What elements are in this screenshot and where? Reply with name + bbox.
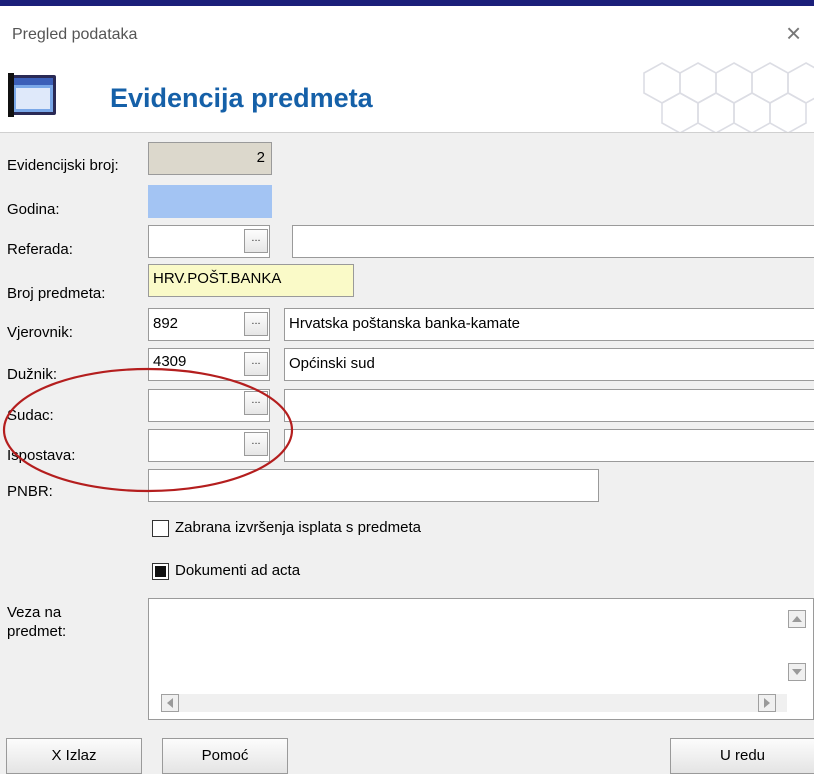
u-redu-button[interactable]: U redu [670,738,814,774]
arrow-left-icon [167,698,173,708]
arrow-up-icon [792,616,802,622]
scroll-up-button[interactable] [788,610,806,628]
label-sudac: Sudac: [7,407,54,424]
ispostava-lookup-button[interactable]: ... [244,432,268,456]
sudac-name-field[interactable] [284,389,814,422]
label-duznik: Dužnik: [7,366,58,383]
godina-field[interactable] [148,185,272,218]
pnbr-field[interactable] [148,469,599,502]
label-veza-na-predmet: Veza na predmet: [7,604,67,640]
referada-name-field[interactable] [292,225,814,258]
scroll-left-button[interactable] [161,694,179,712]
label-broj-predmeta: Broj predmeta: [7,285,106,302]
hexagon-pattern-decoration [643,62,814,132]
referada-lookup-button[interactable]: ... [244,229,268,253]
label-vjerovnik: Vjerovnik: [7,324,73,341]
label-referada: Referada: [7,241,73,258]
form-header: Evidencija predmeta [0,58,814,133]
zabrana-isplata-label: Zabrana izvršenja isplata s predmeta [175,519,421,536]
duznik-name-field[interactable]: Općinski sud [284,348,814,381]
scroll-right-button[interactable] [758,694,776,712]
ispostava-name-field[interactable] [284,429,814,462]
horizontal-scrollbar[interactable] [161,694,787,712]
header-title: Evidencija predmeta [110,83,373,113]
izlaz-button[interactable]: X Izlaz [6,738,142,774]
scroll-down-button[interactable] [788,663,806,681]
vjerovnik-lookup-button[interactable]: ... [244,312,268,336]
sudac-lookup-button[interactable]: ... [244,391,268,415]
close-icon[interactable]: × [786,20,801,46]
broj-predmeta-field[interactable]: HRV.POŠT.BANKA [148,264,354,297]
label-evidencijski-broj: Evidencijski broj: [7,157,119,174]
dokumenti-ad-acta-label: Dokumenti ad acta [175,562,301,579]
zabrana-isplata-checkbox[interactable] [152,520,169,537]
window-app-icon [8,73,56,117]
dokumenti-ad-acta-checkbox[interactable] [152,563,169,580]
vjerovnik-name-field[interactable]: Hrvatska poštanska banka-kamate [284,308,814,341]
arrow-down-icon [792,669,802,675]
label-ispostava: Ispostava: [7,447,76,464]
pomoc-button[interactable]: Pomoć [162,738,288,774]
label-pnbr: PNBR: [7,483,53,500]
duznik-lookup-button[interactable]: ... [244,352,268,376]
arrow-right-icon [764,698,770,708]
window-title: Pregled podataka [12,26,138,43]
veza-na-predmet-text [149,599,813,607]
evidencijski-broj-field: 2 [148,142,272,175]
label-godina: Godina: [7,201,60,218]
